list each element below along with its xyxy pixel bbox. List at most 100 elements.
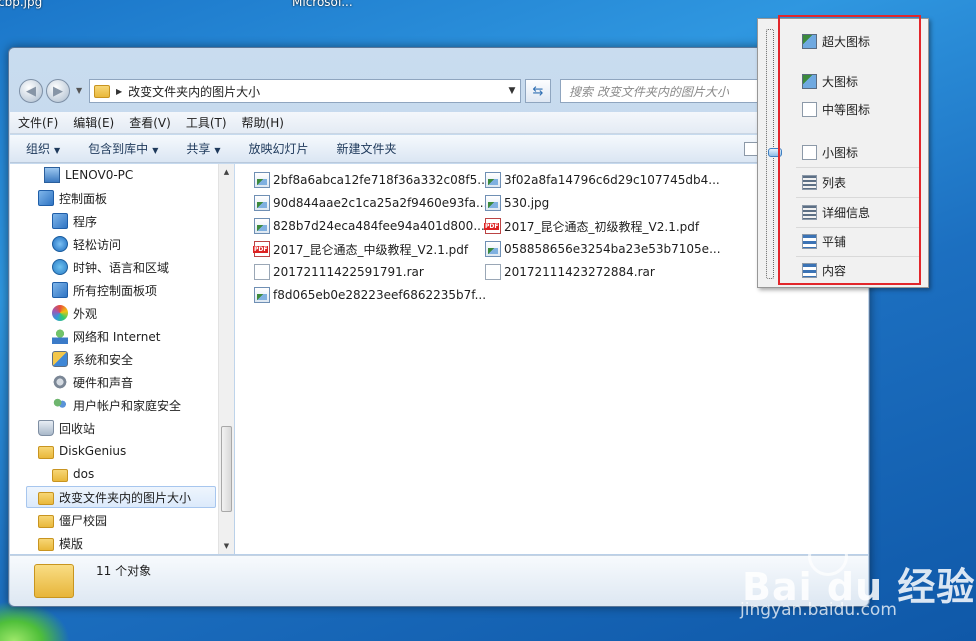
- nav-item-user-accounts[interactable]: 用户帐户和家庭安全: [52, 394, 181, 416]
- network-icon: [52, 328, 68, 344]
- nav-item-programs[interactable]: 程序: [52, 210, 97, 232]
- nav-item-control-panel[interactable]: 控制面板: [38, 187, 107, 209]
- nav-item-label: dos: [73, 467, 95, 481]
- nav-item-diskgenius[interactable]: DiskGenius: [38, 440, 126, 462]
- menu-divider: [796, 197, 920, 198]
- nav-item-hardware-sound[interactable]: 硬件和声音: [52, 371, 133, 393]
- nav-item-templates[interactable]: 模版: [38, 532, 83, 554]
- file-item[interactable]: 2017_昆仑通态_初级教程_V2.1.pdf: [484, 216, 699, 236]
- scrollbar-thumb[interactable]: [221, 426, 232, 512]
- chevron-down-icon: ▼: [152, 146, 159, 155]
- nav-item-current-folder[interactable]: 改变文件夹内的图片大小: [26, 486, 216, 508]
- share-button[interactable]: 共享 ▼: [186, 140, 220, 157]
- view-option-medium-icons[interactable]: 中等图标: [802, 97, 920, 121]
- file-item[interactable]: 3f02a8fa14796c6d29c107745db4...: [485, 170, 720, 190]
- scroll-up-icon[interactable]: ▲: [219, 164, 234, 180]
- file-item[interactable]: 20172111422591791.rar: [254, 262, 424, 282]
- file-item[interactable]: 530.jpg: [485, 193, 549, 213]
- view-option-details[interactable]: 详细信息: [802, 200, 920, 224]
- folder-icon: [34, 564, 74, 598]
- include-in-library-button[interactable]: 包含到库中 ▼: [88, 140, 158, 157]
- refresh-button[interactable]: ⇆: [525, 79, 551, 103]
- new-folder-button[interactable]: 新建文件夹: [337, 140, 397, 157]
- small-icons-icon: [802, 144, 817, 160]
- view-option-content[interactable]: 内容: [802, 258, 920, 282]
- appearance-icon: [52, 305, 68, 321]
- file-item[interactable]: f8d065eb0e28223eef6862235b7f...: [254, 285, 486, 305]
- file-item[interactable]: 2017_昆仑通态_中级教程_V2.1.pdf: [253, 239, 468, 259]
- nav-item-label: 模版: [59, 536, 84, 551]
- nav-item-network[interactable]: 网络和 Internet: [52, 325, 160, 347]
- menu-edit[interactable]: 编辑(E): [73, 114, 114, 131]
- folder-icon: [94, 84, 110, 98]
- nav-item-ease-of-access[interactable]: 轻松访问: [52, 233, 121, 255]
- extra-large-icons-icon: [802, 33, 817, 49]
- watermark-url: jingyan.baidu.com: [740, 600, 897, 620]
- address-bar[interactable]: ▶ 改变文件夹内的图片大小 ▼: [89, 79, 521, 103]
- nav-item-clock-language-region[interactable]: 时钟、语言和区域: [52, 256, 169, 278]
- security-icon: [52, 351, 68, 367]
- pdf-file-icon: [253, 241, 270, 257]
- menu-view[interactable]: 查看(V): [129, 114, 171, 131]
- view-option-tiles[interactable]: 平铺: [802, 229, 920, 253]
- nav-item-appearance[interactable]: 外观: [52, 302, 97, 324]
- menu-divider: [796, 167, 920, 168]
- folder-icon: [38, 515, 54, 528]
- recent-pages-dropdown[interactable]: ▼: [76, 86, 82, 95]
- view-option-label: 超大图标: [822, 34, 871, 49]
- command-bar: 组织 ▼ 包含到库中 ▼ 共享 ▼ 放映幻灯片 新建文件夹: [10, 135, 868, 163]
- file-item[interactable]: 828b7d24eca484fee94a401d800...: [254, 216, 485, 236]
- view-menu: 超大图标 大图标 中等图标 小图标 列表 详细信息 平铺 内容: [757, 18, 929, 288]
- archive-file-icon: [485, 264, 501, 280]
- view-option-label: 内容: [822, 263, 847, 278]
- scroll-down-icon[interactable]: ▼: [219, 538, 234, 554]
- nav-item-dos[interactable]: dos: [52, 463, 94, 485]
- nav-item-zombie-campus[interactable]: 僵尸校园: [38, 509, 107, 531]
- breadcrumb-chevron-icon[interactable]: ▶: [116, 87, 122, 96]
- file-item[interactable]: 20172111423272884.rar: [485, 262, 655, 282]
- nav-item-all-control-panel[interactable]: 所有控制面板项: [52, 279, 157, 301]
- desktop-file-label[interactable]: cbp.jpg: [0, 0, 42, 9]
- nav-item-label: 硬件和声音: [73, 375, 134, 390]
- users-icon: [52, 397, 68, 413]
- view-option-large-icons[interactable]: 大图标: [802, 69, 920, 93]
- nav-item-computer[interactable]: LENOV0-PC: [44, 164, 133, 186]
- file-name: 828b7d24eca484fee94a401d800...: [273, 219, 485, 233]
- forward-button[interactable]: ▶: [46, 79, 70, 103]
- menu-tools[interactable]: 工具(T): [186, 114, 227, 131]
- menu-divider: [796, 256, 920, 257]
- folder-icon: [38, 446, 54, 459]
- nav-item-label: 用户帐户和家庭安全: [73, 398, 182, 413]
- address-dropdown-icon[interactable]: ▼: [504, 86, 520, 96]
- view-option-label: 详细信息: [822, 205, 871, 220]
- menu-help[interactable]: 帮助(H): [242, 114, 284, 131]
- view-grid-icon: [744, 142, 758, 156]
- nav-item-label: DiskGenius: [59, 444, 127, 458]
- item-count: 11 个对象: [96, 564, 152, 578]
- file-name: 530.jpg: [504, 196, 550, 210]
- nav-scrollbar[interactable]: ▲ ▼: [218, 164, 234, 554]
- nav-item-recycle-bin[interactable]: 回收站: [38, 417, 95, 439]
- menu-file[interactable]: 文件(F): [18, 114, 58, 131]
- slideshow-button[interactable]: 放映幻灯片: [249, 140, 309, 157]
- icon-size-slider-thumb[interactable]: [768, 148, 782, 157]
- organize-button[interactable]: 组织 ▼: [26, 140, 60, 157]
- view-option-small-icons[interactable]: 小图标: [802, 140, 920, 164]
- image-file-icon: [254, 287, 270, 303]
- desktop-file-label[interactable]: Microsof...: [292, 0, 353, 9]
- file-name: 058858656e3254ba23e53b7105e...: [504, 242, 721, 256]
- nav-item-label: 改变文件夹内的图片大小: [59, 490, 192, 505]
- file-name: 90d844aae2c1ca25a2f9460e93fa...: [273, 196, 488, 210]
- view-option-list[interactable]: 列表: [802, 170, 920, 194]
- file-item[interactable]: 2bf8a6abca12fe718f36a332c08f5...: [254, 170, 489, 190]
- nav-item-system-security[interactable]: 系统和安全: [52, 348, 133, 370]
- file-name: 2bf8a6abca12fe718f36a332c08f5...: [273, 173, 489, 187]
- view-option-label: 大图标: [822, 74, 859, 89]
- back-button[interactable]: ◀: [19, 79, 43, 103]
- image-file-icon: [485, 172, 501, 188]
- file-item[interactable]: 058858656e3254ba23e53b7105e...: [485, 239, 721, 259]
- file-item[interactable]: 90d844aae2c1ca25a2f9460e93fa...: [254, 193, 487, 213]
- view-option-extra-large-icons[interactable]: 超大图标: [802, 29, 920, 53]
- breadcrumb-current[interactable]: 改变文件夹内的图片大小: [128, 83, 504, 100]
- nav-item-label: 时钟、语言和区域: [73, 260, 170, 275]
